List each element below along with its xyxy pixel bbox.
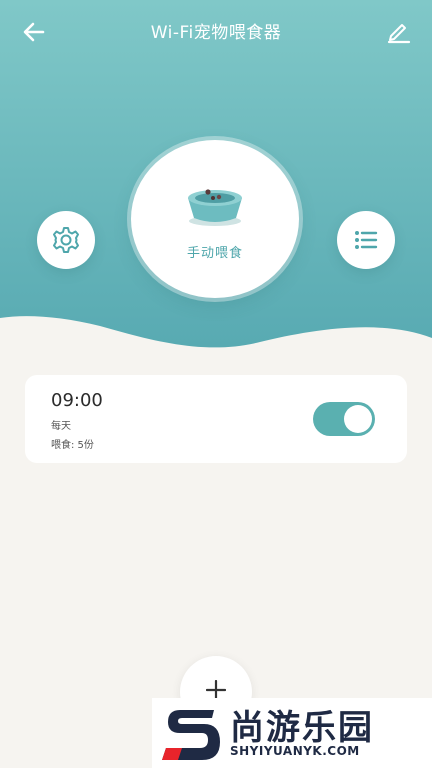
manual-feed-button[interactable]: 手动喂食 xyxy=(131,140,299,298)
plus-icon xyxy=(206,680,226,700)
pencil-icon xyxy=(387,24,411,44)
page-title: Wi-Fi宠物喂食器 xyxy=(150,23,282,43)
schedule-repeat: 每天 xyxy=(51,421,71,432)
schedule-time: 09:00 xyxy=(51,390,103,411)
toggle-knob xyxy=(344,405,372,433)
top-bar: Wi-Fi宠物喂食器 xyxy=(0,0,432,62)
watermark-en-text: SHYIYUANYK.COM xyxy=(230,744,360,758)
schedule-enable-toggle[interactable] xyxy=(313,402,375,436)
feeding-records-button[interactable] xyxy=(337,211,395,269)
pet-bowl-icon xyxy=(188,189,242,226)
watermark-cn-text: 尚游乐园 xyxy=(230,708,374,748)
gear-icon xyxy=(53,227,79,253)
schedule-amount: 喂食: 5份 xyxy=(51,440,94,451)
list-icon xyxy=(355,231,378,249)
edit-button[interactable] xyxy=(384,16,414,46)
watermark-logo xyxy=(162,710,220,760)
feeding-schedule-card[interactable]: 09:00 每天 喂食: 5份 xyxy=(25,375,407,463)
manual-feed-label: 手动喂食 xyxy=(186,246,243,261)
watermark: 尚游乐园 SHYIYUANYK.COM xyxy=(152,698,432,768)
settings-button[interactable] xyxy=(37,211,95,269)
